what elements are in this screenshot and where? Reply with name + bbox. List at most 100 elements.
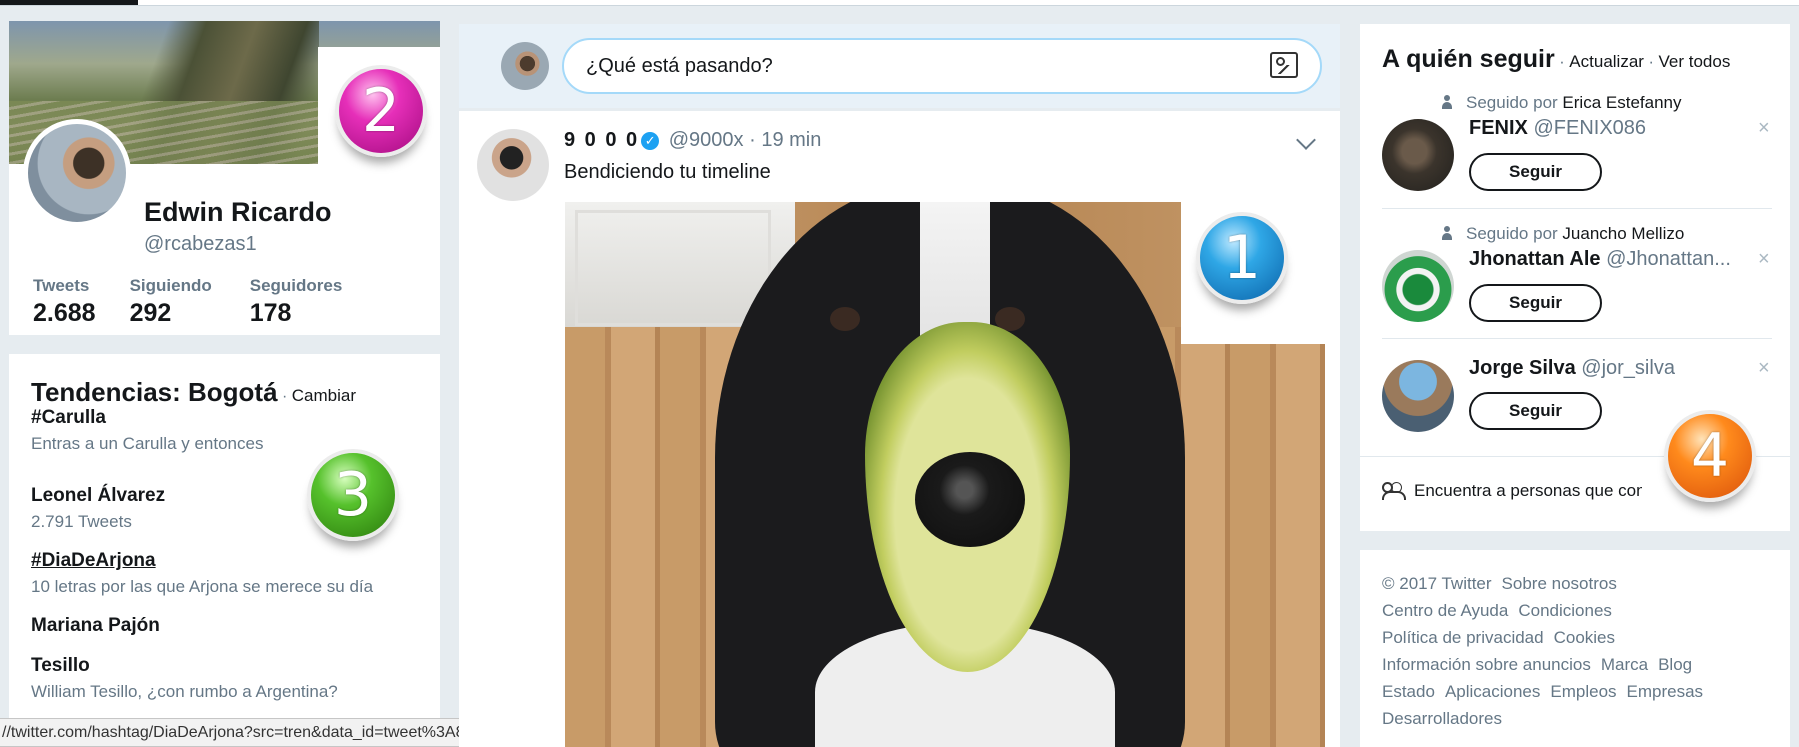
follow-button[interactable]: Seguir — [1469, 153, 1602, 191]
separator: · — [282, 388, 288, 405]
followed-by-context: Seguido por Erica Estefanny — [1442, 93, 1681, 113]
trend-name[interactable]: Tesillo — [31, 655, 338, 677]
follow-button[interactable]: Seguir — [1469, 284, 1602, 322]
who-to-follow-title: A quién seguir — [1382, 45, 1555, 73]
close-icon[interactable]: × — [1758, 248, 1770, 271]
person-icon — [1442, 226, 1452, 240]
footer-link[interactable]: Marca — [1601, 655, 1648, 674]
stat-followers[interactable]: Seguidores 178 — [250, 276, 343, 328]
trend-desc: Entras a un Carulla y entonces — [31, 434, 264, 453]
suggestion-display-name[interactable]: Jhonattan Ale — [1469, 248, 1601, 270]
profile-name[interactable]: Edwin Ricardo — [144, 197, 332, 228]
compose-avatar — [501, 42, 549, 90]
stat-following[interactable]: Siguiendo 292 — [130, 276, 212, 328]
tweet[interactable]: 9 0 0 0 ✓ @9000x · 19 min Bendiciendo tu … — [459, 111, 1340, 747]
who-to-follow-header: A quién seguir · Actualizar · Ver todos — [1382, 45, 1730, 74]
trend-name[interactable]: #Carulla — [31, 407, 263, 429]
close-icon[interactable]: × — [1758, 357, 1770, 380]
footer-card: © 2017 Twitter Sobre nosotros Centro de A… — [1360, 550, 1790, 747]
tweet-author-name[interactable]: 9 0 0 0 — [564, 129, 639, 151]
person-icon — [1442, 95, 1452, 109]
stat-value: 178 — [249, 299, 292, 327]
separator: · — [1559, 52, 1565, 71]
stat-label: Tweets — [33, 276, 90, 295]
followed-by-prefix: Seguido por — [1466, 224, 1558, 243]
number-badge-1: 1 — [1196, 212, 1288, 304]
suggestion-handle[interactable]: @FENIX086 — [1533, 117, 1646, 139]
suggestion-avatar[interactable] — [1382, 250, 1454, 322]
photo-icon[interactable] — [1270, 52, 1298, 78]
trend-name[interactable]: Leonel Álvarez — [31, 485, 165, 507]
trends-card: Tendencias: Bogotá · Cambiar #Carulla En… — [9, 354, 440, 747]
footer-links: © 2017 Twitter Sobre nosotros Centro de A… — [1382, 570, 1768, 732]
number-badge-2: 2 — [335, 65, 427, 157]
footer-link[interactable]: Cookies — [1554, 628, 1615, 647]
people-icon — [1382, 482, 1406, 500]
find-people-link[interactable]: Encuentra a personas que conoces — [1382, 481, 1642, 501]
footer-link[interactable]: Empresas — [1627, 682, 1704, 701]
footer-link[interactable]: Centro de Ayuda — [1382, 601, 1508, 620]
suggestion-name[interactable]: FENIX @FENIX086 — [1469, 117, 1646, 140]
stat-value: 292 — [129, 299, 172, 327]
footer-link[interactable]: Aplicaciones — [1445, 682, 1540, 701]
trend-item[interactable]: Leonel Álvarez 2.791 Tweets — [31, 485, 165, 532]
stat-label: Seguidores — [249, 276, 343, 295]
follow-button[interactable]: Seguir — [1469, 392, 1602, 430]
trend-item[interactable]: #DiaDeArjona 10 letras por las que Arjon… — [31, 550, 373, 597]
separator: · — [749, 129, 756, 151]
followed-by-context: Seguido por Juancho Mellizo — [1442, 224, 1684, 244]
stat-label: Siguiendo — [129, 276, 212, 295]
footer-link: © 2017 Twitter — [1382, 574, 1492, 593]
footer-link[interactable]: Estado — [1382, 682, 1435, 701]
profile-avatar[interactable] — [23, 119, 131, 227]
stat-value: 2.688 — [33, 299, 96, 327]
tweet-author-avatar[interactable] — [477, 129, 549, 201]
footer-link[interactable]: Blog — [1658, 655, 1692, 674]
tweet-timestamp[interactable]: 19 min — [761, 129, 821, 151]
close-icon[interactable]: × — [1758, 117, 1770, 140]
footer-link[interactable]: Información sobre anuncios — [1382, 655, 1591, 674]
trend-name[interactable]: Mariana Pajón — [31, 615, 160, 637]
footer-link[interactable]: Condiciones — [1518, 601, 1612, 620]
footer-link[interactable]: Política de privacidad — [1382, 628, 1544, 647]
trends-title: Tendencias: Bogotá — [31, 377, 278, 407]
tweet-header: 9 0 0 0 ✓ @9000x · 19 min — [564, 129, 821, 152]
trend-desc: William Tesillo, ¿con rumbo a Argentina? — [31, 682, 338, 701]
tweet-text: Bendiciendo tu timeline — [564, 161, 771, 183]
suggestion-name[interactable]: Jhonattan Ale @Jhonattan... — [1469, 248, 1731, 271]
suggestion-avatar[interactable] — [1382, 360, 1454, 432]
separator: · — [1648, 52, 1655, 71]
change-location-link[interactable]: Cambiar — [292, 386, 356, 405]
media-dog-nose — [915, 452, 1025, 547]
followed-by-prefix: Seguido por — [1466, 93, 1558, 112]
followed-by-name[interactable]: Erica Estefanny — [1562, 93, 1681, 112]
footer-link[interactable]: Empleos — [1550, 682, 1616, 701]
compose-input[interactable]: ¿Qué está pasando? — [562, 38, 1322, 94]
trends-header: Tendencias: Bogotá · Cambiar — [31, 377, 356, 408]
verified-icon: ✓ — [641, 132, 660, 150]
trend-name[interactable]: #DiaDeArjona — [31, 550, 373, 572]
profile-handle[interactable]: @rcabezas1 — [144, 233, 257, 256]
find-people-label[interactable]: Encuentra a personas que conoces — [1414, 481, 1642, 500]
view-all-link[interactable]: Ver todos — [1659, 52, 1731, 71]
tweet-author-handle[interactable]: @9000x — [669, 129, 744, 151]
trend-item[interactable]: Mariana Pajón — [31, 615, 160, 637]
footer-link[interactable]: Sobre nosotros — [1502, 574, 1617, 593]
suggestion-handle[interactable]: @jor_silva — [1581, 357, 1675, 379]
suggestion-display-name[interactable]: Jorge Silva — [1469, 357, 1576, 379]
number-badge-4: 4 — [1664, 410, 1756, 502]
stat-tweets[interactable]: Tweets 2.688 — [33, 276, 96, 328]
footer-link[interactable]: Desarrolladores — [1382, 709, 1502, 728]
suggestion-name[interactable]: Jorge Silva @jor_silva — [1469, 357, 1675, 380]
refresh-link[interactable]: Actualizar — [1569, 52, 1644, 71]
suggestion-handle[interactable]: @Jhonattan... — [1606, 248, 1731, 270]
followed-by-name[interactable]: Juancho Mellizo — [1562, 224, 1684, 243]
chevron-down-icon[interactable] — [1296, 130, 1316, 150]
compose-box: ¿Qué está pasando? — [459, 24, 1340, 108]
suggestion-display-name[interactable]: FENIX — [1469, 117, 1528, 139]
trend-item[interactable]: Tesillo William Tesillo, ¿con rumbo a Ar… — [31, 655, 338, 702]
media-dog-eye — [830, 307, 860, 331]
trend-item[interactable]: #Carulla Entras a un Carulla y entonces — [31, 407, 263, 454]
suggestion-avatar[interactable] — [1382, 119, 1454, 191]
divider — [1382, 208, 1772, 209]
